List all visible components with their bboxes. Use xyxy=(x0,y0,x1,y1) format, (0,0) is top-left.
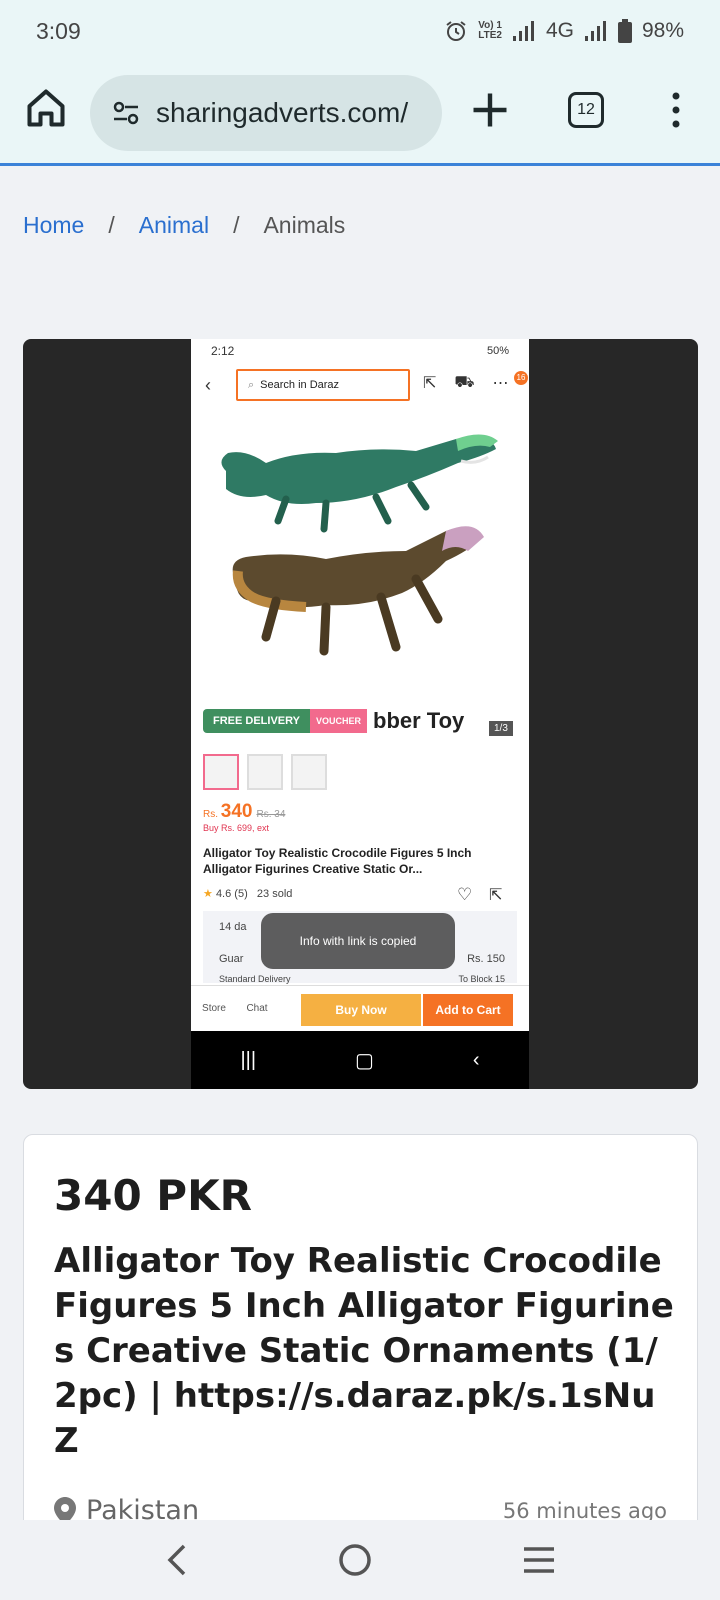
recents-icon: ||| xyxy=(240,1048,257,1071)
free-delivery-badge: FREE DELIVERY xyxy=(203,709,310,733)
screenshot-price: Rs. 340 Rs. 34 xyxy=(203,801,286,822)
home-icon[interactable] xyxy=(24,86,68,130)
back-icon[interactable] xyxy=(164,1542,188,1578)
signal-icon xyxy=(512,21,534,41)
listing-price: 340 PKR xyxy=(54,1171,252,1220)
thumbnail xyxy=(291,754,327,790)
share-icon: ⇱ xyxy=(489,887,503,904)
more-menu-icon[interactable] xyxy=(664,88,688,132)
store-icon: Store xyxy=(202,1003,226,1014)
screenshot-status-bar: 2:12 50% xyxy=(211,344,509,358)
chat-icon: Chat xyxy=(246,1003,268,1014)
thumbnail xyxy=(247,754,283,790)
thumbnail xyxy=(203,754,239,790)
new-tab-icon[interactable] xyxy=(468,88,512,132)
breadcrumb-home[interactable]: Home xyxy=(23,212,84,239)
screenshot-product-title: Alligator Toy Realistic Crocodile Figure… xyxy=(203,846,472,876)
back-arrow-icon: ‹ xyxy=(205,375,211,395)
status-icons: Vo) 1 LTE2 4G 98% xyxy=(444,19,684,43)
home-icon[interactable] xyxy=(337,1542,373,1578)
promo-strip: FREE DELIVERY VOUCHER bber Toy xyxy=(203,706,517,736)
address-bar[interactable]: sharingadverts.com/ xyxy=(90,75,442,151)
overlay-title-fragment: bber Toy xyxy=(373,708,465,733)
breadcrumb: Home / Animal / Animals xyxy=(23,212,345,239)
alarm-icon xyxy=(446,21,466,41)
heart-icon: ♡ xyxy=(457,885,473,904)
thumbnail-strip xyxy=(203,753,517,791)
search-icon: ⌕ xyxy=(248,378,255,391)
network-type: 4G xyxy=(545,19,574,42)
screenshot-offer: Buy Rs. 699, ext xyxy=(203,823,270,833)
battery-icon xyxy=(617,19,632,43)
signal-data-icon xyxy=(584,21,606,41)
cart-icon: ⛟ xyxy=(454,374,475,391)
screenshot-rating: ★ 4.6 (5) 23 sold xyxy=(203,888,293,900)
screenshot-buy-now: Buy Now xyxy=(301,994,421,1026)
screenshot-add-to-cart: Add to Cart xyxy=(423,994,513,1026)
url-text[interactable]: sharingadverts.com/ xyxy=(156,97,408,129)
back-icon: ‹ xyxy=(472,1048,480,1071)
screenshot-nav-bar: ||| ▢ ‹ xyxy=(191,1031,529,1089)
tab-switcher-button[interactable]: 12 xyxy=(568,92,604,128)
listing-card: 340 PKR Alligator Toy Realistic Crocodil… xyxy=(23,1134,698,1554)
breadcrumb-separator: / xyxy=(233,212,240,238)
battery-level: 98% xyxy=(641,19,684,42)
breadcrumb-separator: / xyxy=(108,212,115,238)
star-icon: ★ xyxy=(203,888,213,900)
more-icon: ⋯ xyxy=(492,375,509,392)
browser-toolbar: sharingadverts.com/ 12 xyxy=(0,62,720,166)
site-settings-icon[interactable] xyxy=(110,97,142,129)
voucher-badge: VOUCHER xyxy=(310,709,368,733)
breadcrumb-current: Animals xyxy=(263,212,346,238)
listing-title: Alligator Toy Realistic Crocodile Figure… xyxy=(54,1241,674,1461)
product-screenshot: 2:12 50% ‹ ⌕ Search in Daraz ⇱ ⛟ ⋯ 16 FREE… xyxy=(191,339,529,1089)
screenshot-header-icons: ⇱ ⛟ ⋯ xyxy=(423,373,509,393)
screenshot-bottom-bar: Store Chat Buy Now Add to Cart xyxy=(191,985,529,1031)
share-icon: ⇱ xyxy=(423,375,437,392)
listing-image[interactable]: 2:12 50% ‹ ⌕ Search in Daraz ⇱ ⛟ ⋯ 16 FREE… xyxy=(23,339,698,1089)
status-time: 3:09 xyxy=(36,17,81,44)
breadcrumb-animal[interactable]: Animal xyxy=(139,212,209,239)
screenshot-search-box: ⌕ Search in Daraz xyxy=(236,369,410,401)
volte-indicator: Vo) 1 LTE2 xyxy=(478,20,502,41)
copied-toast: Info with link is copied xyxy=(261,913,455,969)
alligator-product-image xyxy=(221,434,498,656)
recents-menu-icon[interactable] xyxy=(522,1545,556,1575)
status-bar: 3:09 Vo) 1 LTE2 4G 98% xyxy=(0,0,720,62)
image-counter: 1/3 xyxy=(489,721,513,736)
cart-badge: 16 xyxy=(514,371,528,385)
home-icon: ▢ xyxy=(355,1049,374,1072)
system-nav-bar xyxy=(0,1520,720,1600)
